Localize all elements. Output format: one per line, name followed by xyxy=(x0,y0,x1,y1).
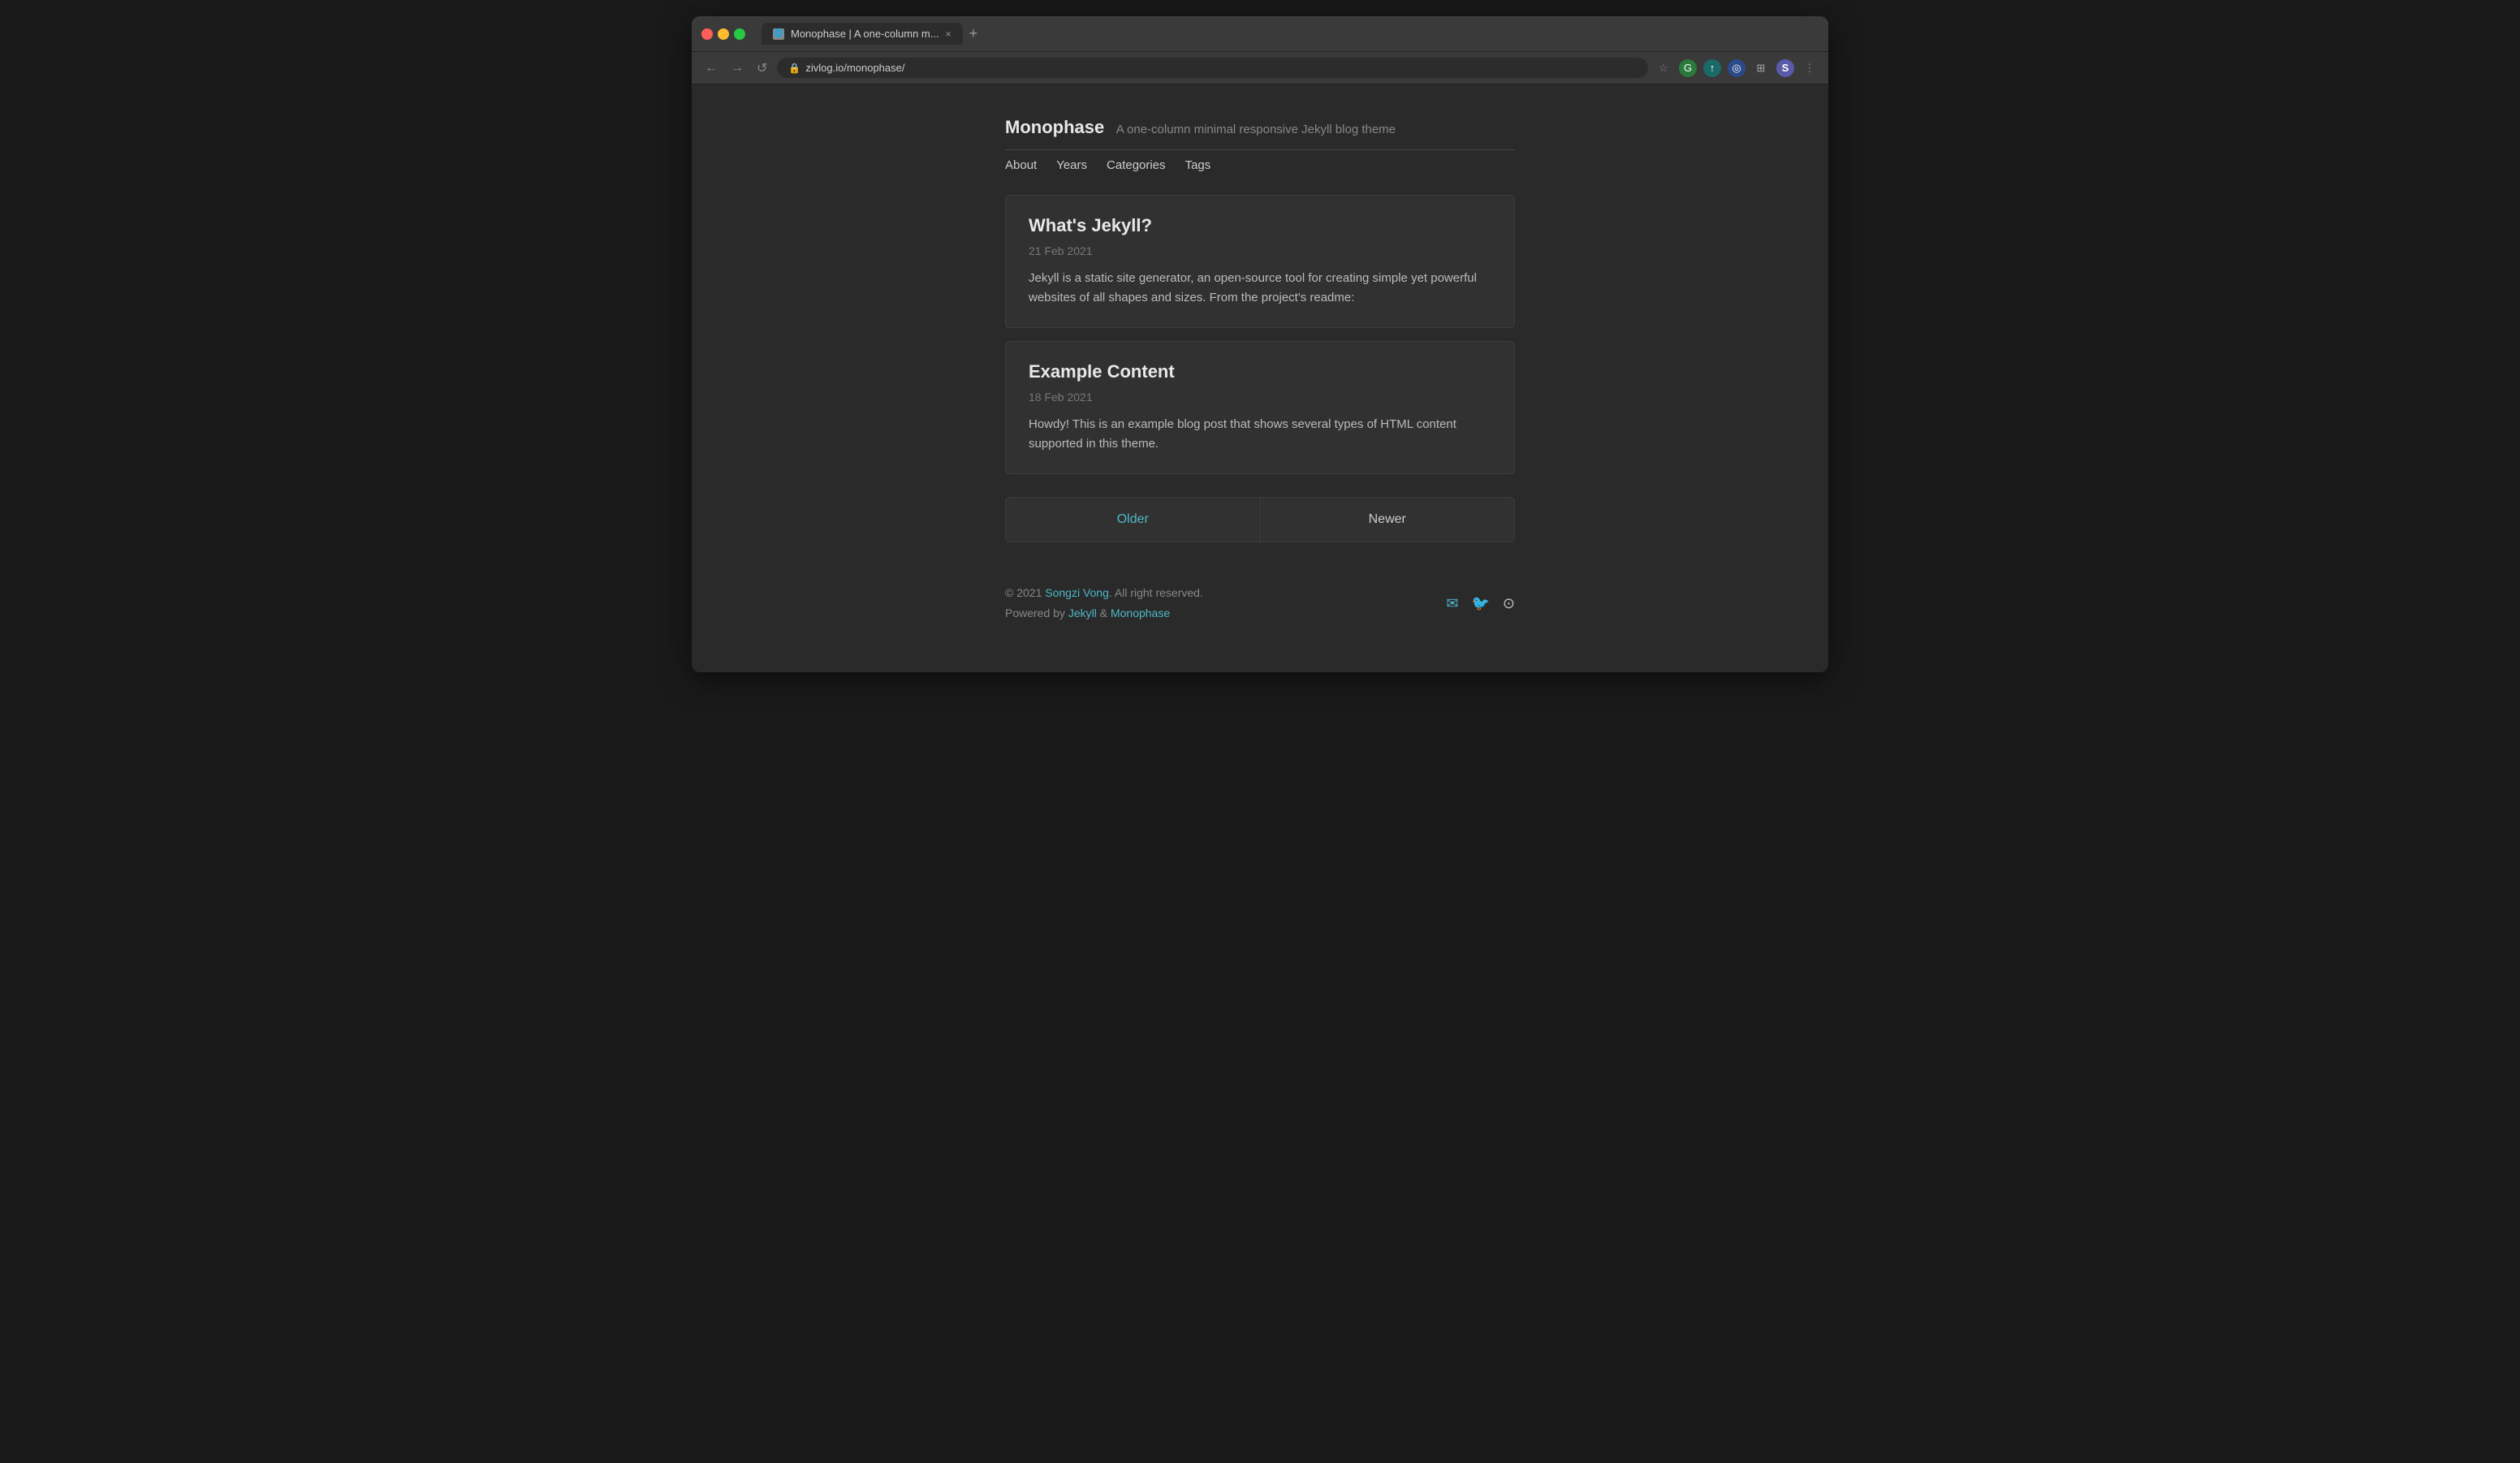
nav-tags[interactable]: Tags xyxy=(1185,158,1211,172)
page-container: Monophase A one-column minimal responsiv… xyxy=(992,117,1528,624)
post-excerpt-2: Howdy! This is an example blog post that… xyxy=(1029,415,1491,454)
forward-button[interactable]: → xyxy=(727,58,747,79)
extension-puzzle-icon[interactable]: ⊞ xyxy=(1752,59,1770,77)
twitter-icon[interactable]: 🐦 xyxy=(1471,595,1489,612)
minimize-button[interactable] xyxy=(718,28,729,40)
site-footer: © 2021 Songzi Vong. All right reserved. … xyxy=(1005,583,1515,624)
footer-monophase-link[interactable]: Monophase xyxy=(1111,606,1170,619)
active-tab[interactable]: 🌐 Monophase | A one-column m... × xyxy=(762,23,963,45)
site-header: Monophase A one-column minimal responsiv… xyxy=(1005,117,1515,172)
email-icon[interactable]: ✉ xyxy=(1446,595,1458,612)
post-date-2: 18 Feb 2021 xyxy=(1029,391,1491,404)
post-card-1[interactable]: What's Jekyll? 21 Feb 2021 Jekyll is a s… xyxy=(1005,195,1515,328)
site-nav: About Years Categories Tags xyxy=(1005,149,1515,172)
back-button[interactable]: ← xyxy=(701,58,721,79)
browser-content: Monophase A one-column minimal responsiv… xyxy=(692,84,1828,672)
traffic-lights xyxy=(701,28,745,40)
bookmark-icon[interactable]: ☆ xyxy=(1655,59,1672,77)
nav-categories[interactable]: Categories xyxy=(1107,158,1166,172)
url-display: zivlog.io/monophase/ xyxy=(805,62,904,74)
tab-bar: 🌐 Monophase | A one-column m... × + xyxy=(762,23,1819,45)
browser-window: 🌐 Monophase | A one-column m... × + ← → … xyxy=(692,16,1828,672)
post-excerpt-1: Jekyll is a static site generator, an op… xyxy=(1029,269,1491,308)
github-icon[interactable]: ⊙ xyxy=(1503,595,1515,612)
footer-rights: . All right reserved. xyxy=(1109,586,1203,599)
new-tab-button[interactable]: + xyxy=(966,25,982,42)
browser-titlebar: 🌐 Monophase | A one-column m... × + xyxy=(692,16,1828,52)
newer-button[interactable]: Newer xyxy=(1261,498,1515,542)
post-date-1: 21 Feb 2021 xyxy=(1029,244,1491,257)
tab-title: Monophase | A one-column m... xyxy=(791,28,939,40)
extension-arrow-icon[interactable]: ↑ xyxy=(1703,59,1721,77)
older-button[interactable]: Older xyxy=(1006,498,1261,542)
site-subtitle: A one-column minimal responsive Jekyll b… xyxy=(1116,123,1396,136)
extension-circle-icon[interactable]: ◎ xyxy=(1728,59,1745,77)
post-title-1: What's Jekyll? xyxy=(1029,215,1491,236)
footer-copy: © 2021 Songzi Vong. All right reserved. … xyxy=(1005,583,1203,624)
refresh-button[interactable]: ↺ xyxy=(753,57,770,80)
extension-g-icon[interactable]: G xyxy=(1679,59,1697,77)
footer-copyright: © 2021 xyxy=(1005,586,1045,599)
address-bar[interactable]: 🔒 zivlog.io/monophase/ xyxy=(777,58,1648,78)
tab-close-icon[interactable]: × xyxy=(946,28,951,40)
footer-powered-by: Powered by xyxy=(1005,606,1068,619)
lock-icon: 🔒 xyxy=(788,63,800,74)
nav-about[interactable]: About xyxy=(1005,158,1037,172)
tab-favicon: 🌐 xyxy=(773,28,784,40)
posts-list: What's Jekyll? 21 Feb 2021 Jekyll is a s… xyxy=(1005,195,1515,474)
menu-icon[interactable]: ⋮ xyxy=(1801,59,1819,77)
footer-jekyll-link[interactable]: Jekyll xyxy=(1068,606,1097,619)
post-card-2[interactable]: Example Content 18 Feb 2021 Howdy! This … xyxy=(1005,341,1515,474)
footer-amp: & xyxy=(1097,606,1111,619)
browser-toolbar: ← → ↺ 🔒 zivlog.io/monophase/ ☆ G ↑ ◎ ⊞ S… xyxy=(692,52,1828,84)
site-title: Monophase xyxy=(1005,117,1104,137)
toolbar-actions: ☆ G ↑ ◎ ⊞ S ⋮ xyxy=(1655,59,1819,77)
close-button[interactable] xyxy=(701,28,713,40)
post-title-2: Example Content xyxy=(1029,361,1491,382)
footer-icons: ✉ 🐦 ⊙ xyxy=(1446,595,1515,612)
profile-avatar[interactable]: S xyxy=(1776,59,1794,77)
footer-author-link[interactable]: Songzi Vong xyxy=(1045,586,1109,599)
pagination: Older Newer xyxy=(1005,497,1515,542)
nav-years[interactable]: Years xyxy=(1056,158,1087,172)
maximize-button[interactable] xyxy=(734,28,745,40)
